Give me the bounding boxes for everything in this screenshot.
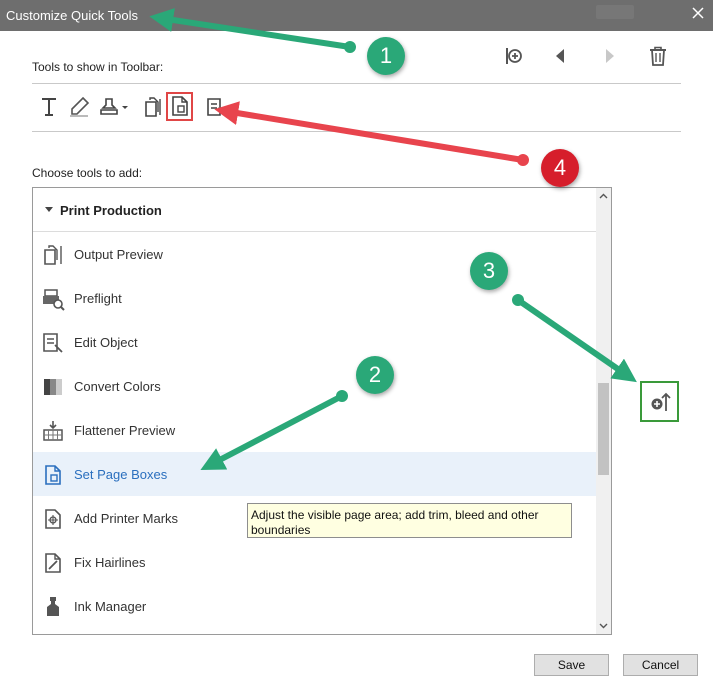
add-divider-icon[interactable] xyxy=(503,46,523,66)
annotation-badge-2: 2 xyxy=(356,356,394,394)
list-item-flattener-preview[interactable]: Flattener Preview xyxy=(33,408,596,452)
output-preview-icon xyxy=(44,245,62,265)
list-item-fix-hairlines[interactable]: Fix Hairlines xyxy=(33,540,596,584)
tools-list[interactable]: Print Production Output Preview Prefligh… xyxy=(32,187,612,635)
add-to-toolbar-button[interactable] xyxy=(640,381,679,422)
annotation-badge-4: 4 xyxy=(541,149,579,187)
close-icon[interactable] xyxy=(690,5,706,21)
trash-icon[interactable] xyxy=(647,45,669,67)
title-bar-blur xyxy=(596,5,634,19)
flattener-preview-icon xyxy=(43,421,63,441)
list-item-label: Edit Object xyxy=(74,335,138,350)
tool-tooltip: Adjust the visible page area; add trim, … xyxy=(247,503,572,538)
scroll-down-icon[interactable] xyxy=(599,621,608,630)
list-item-preflight[interactable]: Preflight xyxy=(33,276,596,320)
list-scrollbar[interactable] xyxy=(596,188,611,634)
text-icon[interactable] xyxy=(38,96,60,118)
annotation-badge-3: 3 xyxy=(470,252,508,290)
cancel-button[interactable]: Cancel xyxy=(623,654,698,676)
list-item-label: Set Page Boxes xyxy=(74,467,168,482)
add-to-toolbar-icon xyxy=(651,392,671,411)
title-bar: Customize Quick Tools xyxy=(0,0,713,31)
preflight-icon xyxy=(43,289,65,311)
fix-hairlines-icon xyxy=(45,553,61,573)
caret-down-icon[interactable] xyxy=(45,207,53,212)
output-preview-icon[interactable] xyxy=(142,96,164,118)
convert-colors-icon xyxy=(44,379,62,395)
scrollbar-thumb[interactable] xyxy=(598,383,609,475)
list-item-label: Output Preview xyxy=(74,247,163,262)
list-item-output-preview[interactable]: Output Preview xyxy=(33,232,596,276)
group-header-print-production[interactable]: Print Production xyxy=(33,188,596,232)
window-title: Customize Quick Tools xyxy=(6,8,138,23)
edit-object-icon xyxy=(43,333,63,353)
set-page-boxes-icon xyxy=(45,465,61,485)
list-item-label: Flattener Preview xyxy=(74,423,176,438)
printer-marks-icon xyxy=(45,509,61,529)
list-item-set-page-boxes[interactable]: Set Page Boxes xyxy=(33,452,596,496)
list-item-ink-manager[interactable]: Ink Manager xyxy=(33,584,596,628)
list-item-label: Convert Colors xyxy=(74,379,161,394)
move-right-icon[interactable] xyxy=(599,46,619,66)
save-button[interactable]: Save xyxy=(534,654,609,676)
set-page-boxes-icon[interactable] xyxy=(169,95,191,117)
toolbar-section-label: Tools to show in Toolbar: xyxy=(32,60,164,74)
list-item-label: Add Printer Marks xyxy=(74,511,179,526)
choose-section-label: Choose tools to add: xyxy=(32,166,143,180)
scroll-up-icon[interactable] xyxy=(599,192,608,201)
list-item-convert-colors[interactable]: Convert Colors xyxy=(33,364,596,408)
ink-manager-icon xyxy=(47,597,59,616)
stamp-icon[interactable] xyxy=(98,96,130,118)
highlight-pen-icon[interactable] xyxy=(68,96,90,118)
annotation-badge-1: 1 xyxy=(367,37,405,75)
edit-object-icon[interactable] xyxy=(205,96,227,118)
group-title: Print Production xyxy=(60,203,162,218)
move-left-icon[interactable] xyxy=(551,46,571,66)
list-item-label: Fix Hairlines xyxy=(74,555,146,570)
list-item-label: Ink Manager xyxy=(74,599,147,614)
list-item-edit-object[interactable]: Edit Object xyxy=(33,320,596,364)
list-item-label: Preflight xyxy=(74,291,122,306)
